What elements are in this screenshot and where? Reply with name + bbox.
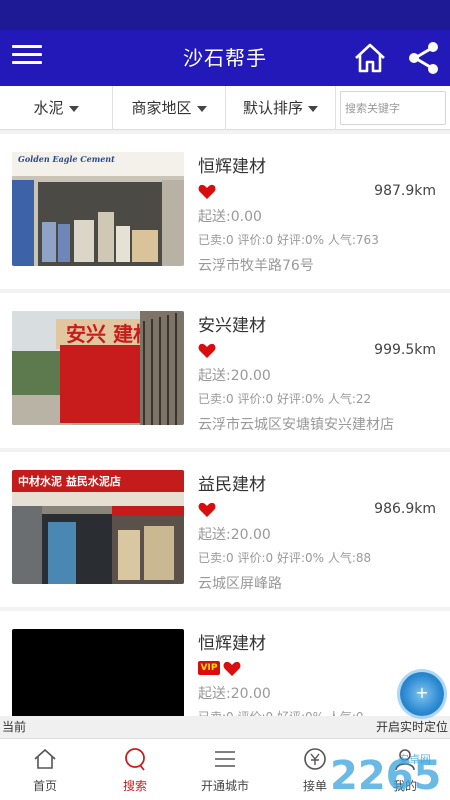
region-filter-label: 商家地区 — [131, 99, 192, 117]
category-filter[interactable]: 水泥 — [0, 86, 113, 130]
shop-distance: 999.5km — [374, 342, 436, 358]
shop-sign-text: 中材水泥 益民水泥店 — [18, 474, 121, 488]
tab-cities-label: 开通城市 — [200, 779, 249, 793]
location-bar: 当前 开启实时定位 — [0, 716, 450, 738]
shop-card[interactable]: Golden Eagle Cement 恒辉建材 987.9km 起送:0.00… — [0, 134, 450, 289]
order-icon — [304, 748, 326, 770]
chevron-down-icon — [308, 105, 318, 112]
tab-home-label: 首页 — [32, 779, 57, 793]
region-filter[interactable]: 商家地区 — [113, 86, 226, 130]
shop-stats: 已卖:0 评价:0 好评:0% 人气:22 — [198, 392, 372, 406]
shop-min-order: 起送:0.00 — [198, 209, 262, 225]
shop-stats: 已卖:0 评价:0 好评:0% 人气:88 — [198, 551, 372, 565]
shop-photo: 安兴 建材 — [12, 311, 184, 425]
shop-name: 益民建材 — [198, 475, 266, 495]
current-location-label: 当前 — [2, 720, 27, 734]
shop-photo: Golden Eagle Cement — [12, 152, 184, 266]
sort-filter[interactable]: 默认排序 — [226, 86, 336, 130]
shop-sign-text: Golden Eagle Cement — [18, 154, 115, 164]
share-button[interactable] — [406, 40, 442, 76]
share-icon — [409, 42, 438, 74]
vip-badge: VIP — [198, 661, 220, 675]
svg-text:安卓网: 安卓网 — [398, 752, 431, 766]
shop-name: 恒辉建材 — [198, 634, 266, 654]
filter-bar: 水泥 商家地区 默认排序 — [0, 86, 450, 130]
watermark-logo: 2265 安卓网 — [330, 752, 441, 799]
shop-distance: 986.9km — [374, 501, 436, 517]
tab-search[interactable]: 搜索 — [90, 739, 180, 800]
shop-name: 恒辉建材 — [198, 157, 266, 177]
shop-stats: 已卖:0 评价:0 好评:0% 人气:763 — [198, 233, 379, 247]
shop-address: 云浮市云城区安塘镇安兴建材店 — [198, 417, 394, 433]
home-icon — [34, 748, 56, 769]
tab-search-label: 搜索 — [122, 779, 147, 793]
search-input[interactable] — [340, 91, 446, 125]
status-bar — [0, 0, 450, 30]
enable-realtime-location-link[interactable]: 开启实时定位 — [376, 716, 448, 738]
list-icon — [215, 751, 235, 767]
chevron-down-icon — [196, 105, 207, 112]
shop-min-order: 起送:20.00 — [198, 368, 271, 384]
shop-min-order: 起送:20.00 — [198, 686, 271, 702]
shop-min-order: 起送:20.00 — [198, 527, 271, 543]
tab-cities[interactable]: 开通城市 — [180, 739, 270, 800]
heart-icon — [198, 184, 216, 199]
category-filter-label: 水泥 — [33, 99, 64, 117]
heart-icon — [223, 661, 241, 676]
floating-action-button[interactable] — [400, 672, 444, 716]
app-header: 沙石帮手 — [0, 30, 450, 86]
shop-address: 云浮市牧羊路76号 — [198, 258, 314, 274]
heart-icon — [198, 343, 216, 358]
shop-distance: 987.9km — [374, 183, 436, 199]
sort-filter-label: 默认排序 — [242, 99, 303, 117]
tab-home[interactable]: 首页 — [0, 739, 90, 800]
home-button[interactable] — [352, 40, 388, 76]
search-icon — [125, 748, 145, 771]
shop-card[interactable]: 安兴 建材 安兴建材 999.5km 起送:20.00 已卖:0 评价:0 好评… — [0, 293, 450, 448]
chevron-down-icon — [68, 105, 79, 112]
shop-sign-text: 安兴 建材 — [66, 322, 153, 346]
bottom-tab-bar: 首页 搜索 开通城市 接单 我的 2265 安卓网 — [0, 738, 450, 800]
shop-card[interactable]: 中材水泥 益民水泥店 益民建材 986.9km 起送:20.00 已卖:0 评价… — [0, 452, 450, 607]
home-icon — [355, 43, 385, 73]
shop-photo: 中材水泥 益民水泥店 — [12, 470, 184, 584]
shop-address: 云城区屏峰路 — [198, 576, 282, 592]
shop-stats: 已卖:0 评价:0 好评:0% 人气:0 — [198, 708, 364, 716]
shop-name: 安兴建材 — [198, 316, 266, 336]
heart-icon — [198, 502, 216, 517]
